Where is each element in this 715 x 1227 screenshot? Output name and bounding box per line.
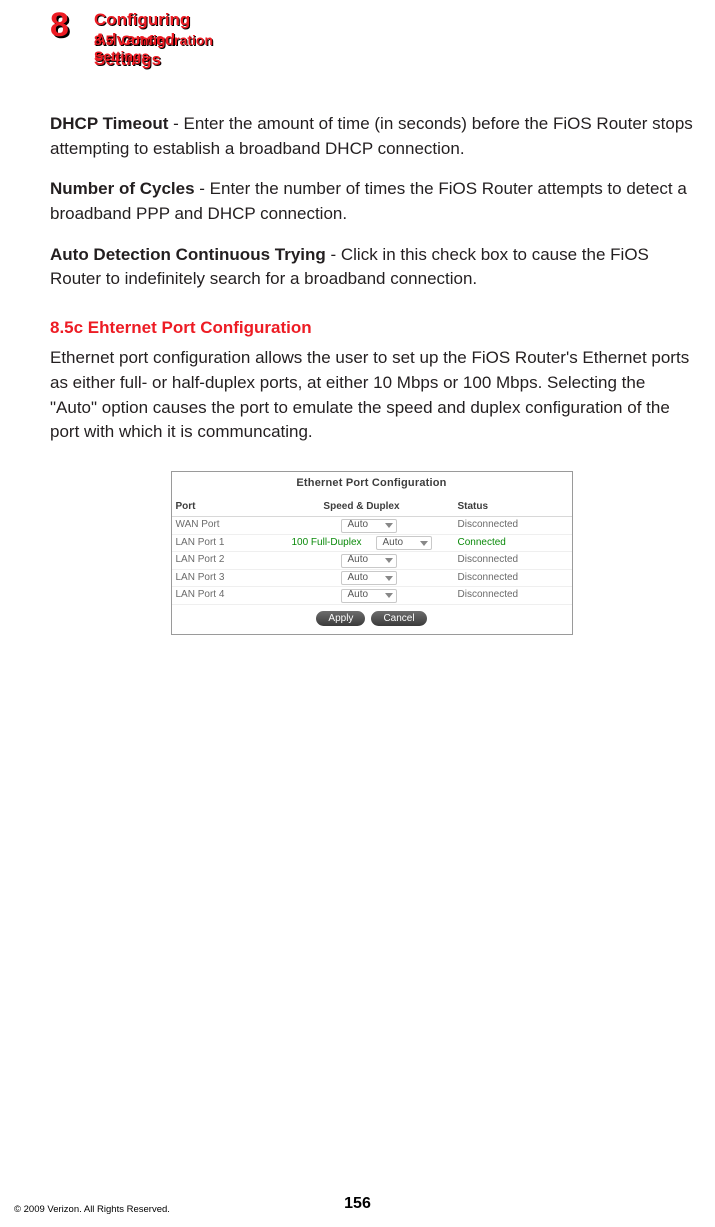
- status-label: Disconnected: [458, 588, 568, 603]
- lead-number-of-cycles: Number of Cycles: [50, 179, 195, 198]
- status-label: Disconnected: [458, 571, 568, 586]
- chevron-down-icon: [385, 523, 393, 528]
- dropdown-value: Auto: [348, 553, 369, 568]
- speed-cell: Auto: [266, 589, 458, 603]
- section-title-main: 8.5 Configuration Settings: [94, 32, 213, 64]
- speed-cell: Auto: [266, 571, 458, 585]
- button-row: Apply Cancel: [172, 605, 572, 634]
- paragraph-number-of-cycles: Number of Cycles - Enter the number of t…: [50, 177, 693, 226]
- column-header-status: Status: [458, 500, 568, 515]
- port-label: LAN Port 4: [176, 588, 266, 603]
- column-header-speed: Speed & Duplex: [266, 500, 458, 515]
- status-label: Connected: [458, 536, 568, 551]
- figure-title: Ethernet Port Configuration: [172, 472, 572, 498]
- speed-dropdown[interactable]: Auto: [376, 536, 432, 550]
- table-row: LAN Port 1 100 Full-Duplex Auto Connecte…: [172, 535, 572, 553]
- chevron-down-icon: [385, 558, 393, 563]
- footer: 156 © 2009 Verizon. All Rights Reserved.: [0, 1195, 715, 1213]
- lead-dhcp-timeout: DHCP Timeout: [50, 114, 168, 133]
- cancel-button[interactable]: Cancel: [371, 611, 426, 626]
- table-row: LAN Port 4 Auto Disconnected: [172, 587, 572, 605]
- chapter-number-main: 8: [50, 8, 69, 42]
- table-row: WAN Port Auto Disconnected: [172, 517, 572, 535]
- speed-cell: Auto: [266, 519, 458, 533]
- port-label: LAN Port 1: [176, 536, 266, 551]
- table-row: LAN Port 3 Auto Disconnected: [172, 570, 572, 588]
- figure-header-row: Port Speed & Duplex Status: [172, 498, 572, 518]
- status-label: Disconnected: [458, 518, 568, 533]
- subheading-ethernet-port-config: 8.5c Ehternet Port Configuration: [50, 316, 693, 341]
- chevron-down-icon: [385, 576, 393, 581]
- ethernet-port-config-figure: Ethernet Port Configuration Port Speed &…: [171, 471, 573, 635]
- dropdown-value: Auto: [348, 588, 369, 603]
- section-number-main: 8.5: [94, 32, 113, 48]
- speed-cell: Auto: [266, 554, 458, 568]
- port-label: LAN Port 2: [176, 553, 266, 568]
- chevron-down-icon: [385, 593, 393, 598]
- dropdown-value: Auto: [383, 536, 404, 551]
- status-label: Disconnected: [458, 553, 568, 568]
- speed-dropdown[interactable]: Auto: [341, 519, 397, 533]
- chapter-number: 8 8: [50, 8, 86, 52]
- content: DHCP Timeout - Enter the amount of time …: [50, 112, 693, 635]
- lead-auto-detection: Auto Detection Continuous Trying: [50, 245, 326, 264]
- speed-dropdown[interactable]: Auto: [341, 589, 397, 603]
- speed-dropdown[interactable]: Auto: [341, 554, 397, 568]
- column-header-port: Port: [176, 500, 266, 515]
- link-speed: 100 Full-Duplex: [291, 536, 361, 551]
- speed-dropdown[interactable]: Auto: [341, 571, 397, 585]
- copyright: © 2009 Verizon. All Rights Reserved.: [14, 1204, 170, 1215]
- port-label: LAN Port 3: [176, 571, 266, 586]
- chapter-header: 8 8 Configuring Advanced Settings Config…: [50, 8, 94, 52]
- page: 8 8 Configuring Advanced Settings Config…: [0, 0, 715, 1227]
- paragraph-dhcp-timeout: DHCP Timeout - Enter the amount of time …: [50, 112, 693, 161]
- port-label: WAN Port: [176, 518, 266, 533]
- dropdown-value: Auto: [348, 571, 369, 586]
- table-row: LAN Port 2 Auto Disconnected: [172, 552, 572, 570]
- chevron-down-icon: [420, 541, 428, 546]
- dropdown-value: Auto: [348, 518, 369, 533]
- speed-cell: 100 Full-Duplex Auto: [266, 536, 458, 551]
- paragraph-auto-detection: Auto Detection Continuous Trying - Click…: [50, 243, 693, 292]
- apply-button[interactable]: Apply: [316, 611, 365, 626]
- paragraph-ethernet-port-config: Ethernet port configuration allows the u…: [50, 346, 693, 445]
